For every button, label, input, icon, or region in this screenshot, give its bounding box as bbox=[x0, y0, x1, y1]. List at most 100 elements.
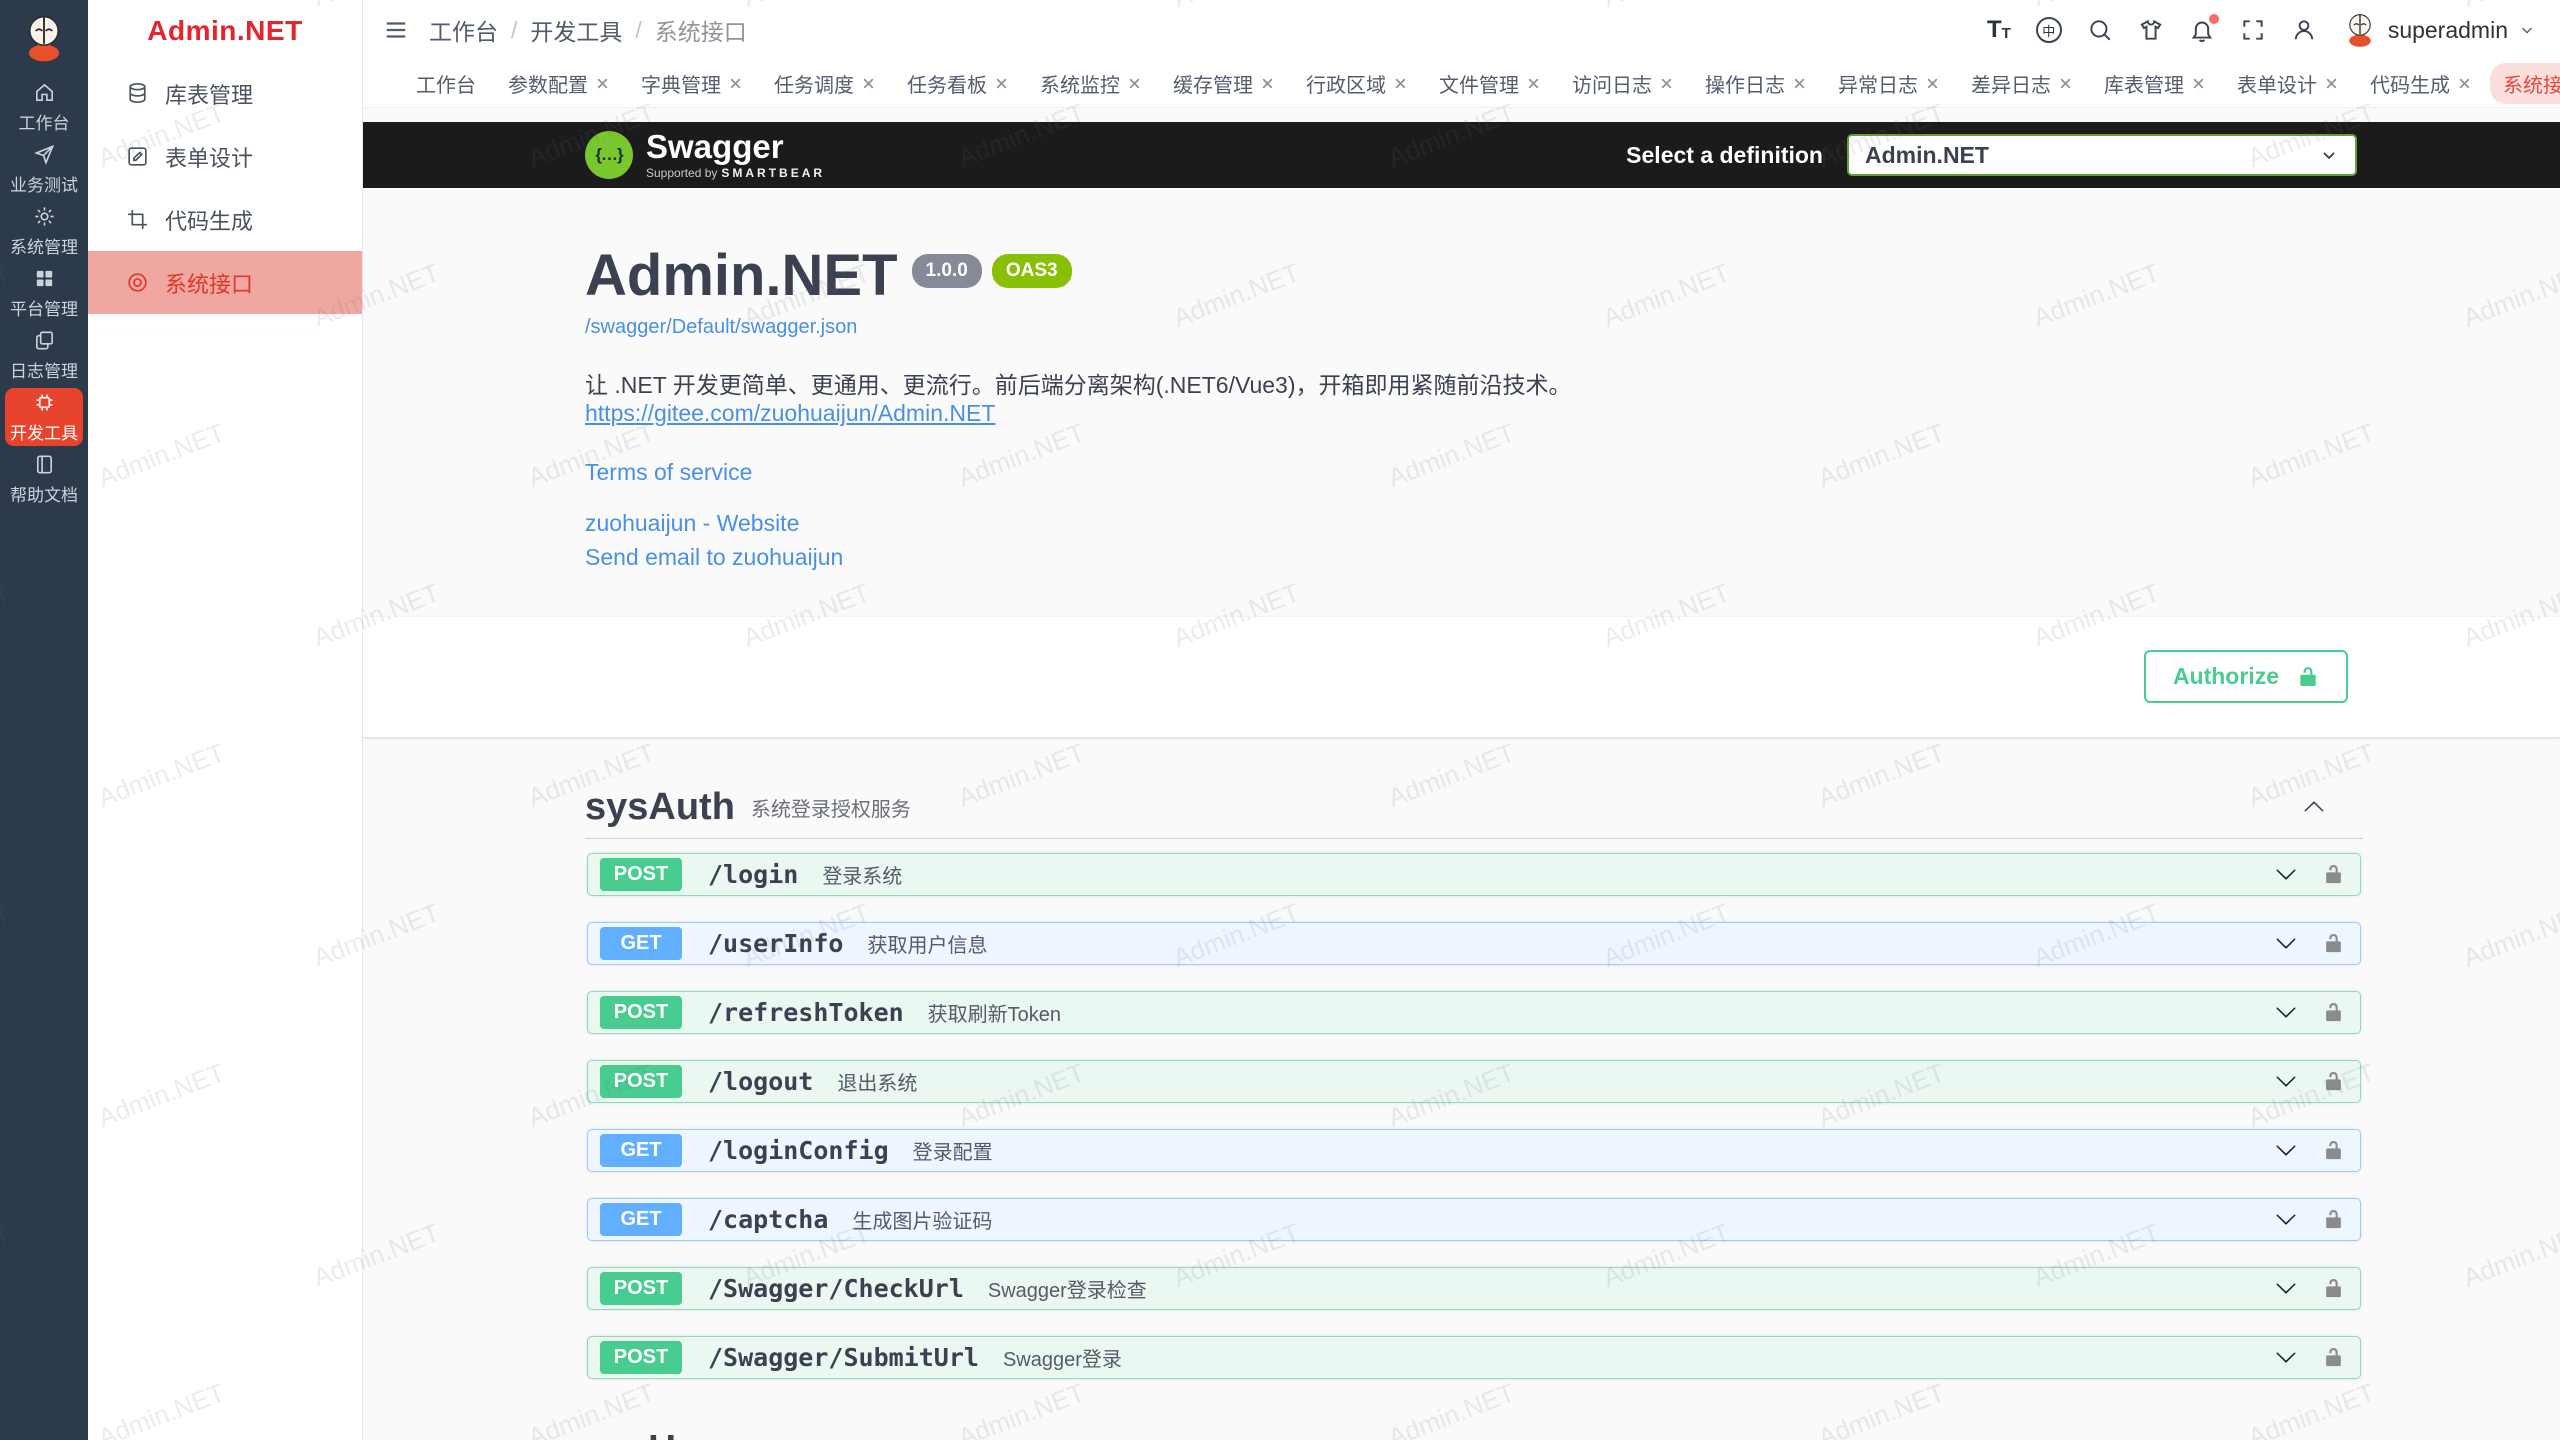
endpoint-row[interactable]: POST /logout 退出系统 bbox=[587, 1060, 2361, 1103]
unlock-icon[interactable] bbox=[2323, 933, 2344, 954]
chevron-down-icon[interactable] bbox=[2275, 932, 2297, 954]
chevron-down-icon[interactable] bbox=[2275, 1070, 2297, 1092]
rail-item-help-docs[interactable]: 帮助文档 bbox=[5, 450, 83, 508]
authorize-button[interactable]: Authorize bbox=[2144, 650, 2348, 703]
endpoint-row[interactable]: GET /captcha 生成图片验证码 bbox=[587, 1198, 2361, 1241]
view-tab[interactable]: 行政区域 bbox=[1293, 63, 1420, 104]
view-tab[interactable]: 任务调度 bbox=[761, 63, 888, 104]
tab-label: 访问日志 bbox=[1572, 69, 1652, 98]
sidebar-item-table-mgmt[interactable]: 库表管理 bbox=[88, 62, 362, 125]
language-icon[interactable]: 中 bbox=[2036, 17, 2062, 43]
view-tab[interactable]: 异常日志 bbox=[1825, 63, 1952, 104]
endpoint-row[interactable]: GET /userInfo 获取用户信息 bbox=[587, 922, 2361, 965]
close-icon[interactable] bbox=[2192, 77, 2205, 90]
method-badge: POST bbox=[600, 858, 682, 891]
unlock-icon[interactable] bbox=[2323, 1071, 2344, 1092]
repo-url-link[interactable]: https://gitee.com/zuohuaijun/Admin.NET bbox=[585, 400, 995, 427]
person-icon[interactable] bbox=[2291, 17, 2317, 43]
terms-of-service-link[interactable]: Terms of service bbox=[585, 459, 2338, 486]
api-tag-section: sysUser 系统用户服务 GET bbox=[585, 1419, 2363, 1440]
notifications-bell[interactable] bbox=[2189, 17, 2215, 43]
fullscreen-icon[interactable] bbox=[2240, 17, 2266, 43]
chevron-down-icon[interactable] bbox=[2275, 1346, 2297, 1368]
view-tab[interactable]: 参数配置 bbox=[495, 63, 622, 104]
chevron-down-icon[interactable] bbox=[2275, 1001, 2297, 1023]
endpoint-summary: Swagger登录 bbox=[1003, 1343, 1122, 1372]
view-tab[interactable]: 工作台 bbox=[403, 63, 489, 104]
contact-website-link[interactable]: zuohuaijun - Website bbox=[585, 510, 2338, 537]
contact-email-link[interactable]: Send email to zuohuaijun bbox=[585, 544, 2338, 571]
view-tab[interactable]: 表单设计 bbox=[2224, 63, 2351, 104]
definition-select[interactable]: Admin.NET bbox=[1847, 134, 2357, 176]
rail-item-dev-tools[interactable]: 开发工具 bbox=[5, 388, 83, 446]
view-tab[interactable]: 操作日志 bbox=[1692, 63, 1819, 104]
close-icon[interactable] bbox=[995, 77, 1008, 90]
unlock-icon[interactable] bbox=[2323, 1140, 2344, 1161]
search-icon[interactable] bbox=[2087, 17, 2113, 43]
font-size-icon[interactable]: TT bbox=[1987, 18, 2011, 42]
unlock-icon[interactable] bbox=[2323, 1209, 2344, 1230]
breadcrumb-item[interactable]: 工作台 bbox=[429, 13, 498, 47]
close-icon[interactable] bbox=[862, 77, 875, 90]
view-tab[interactable]: 任务看板 bbox=[894, 63, 1021, 104]
unlock-icon[interactable] bbox=[2323, 1278, 2344, 1299]
endpoint-row[interactable]: POST /Swagger/CheckUrl Swagger登录检查 bbox=[587, 1267, 2361, 1310]
endpoint-row[interactable]: POST /login 登录系统 bbox=[587, 853, 2361, 896]
sidebar-item-code-gen[interactable]: 代码生成 bbox=[88, 188, 362, 251]
rail-item-workbench[interactable]: 工作台 bbox=[5, 78, 83, 136]
sidebar-item-form-design[interactable]: 表单设计 bbox=[88, 125, 362, 188]
section-description: 系统登录授权服务 bbox=[751, 793, 911, 822]
rail-item-system-mgmt[interactable]: 系统管理 bbox=[5, 202, 83, 260]
authorize-label: Authorize bbox=[2173, 663, 2279, 690]
app-logo-avatar[interactable] bbox=[0, 0, 88, 76]
close-icon[interactable] bbox=[2325, 77, 2338, 90]
view-tab[interactable]: 文件管理 bbox=[1426, 63, 1553, 104]
close-icon[interactable] bbox=[1527, 77, 1540, 90]
chevron-down-icon[interactable] bbox=[2275, 1277, 2297, 1299]
endpoint-row[interactable]: POST /Swagger/SubmitUrl Swagger登录 bbox=[587, 1336, 2361, 1379]
unlock-icon[interactable] bbox=[2323, 864, 2344, 885]
chevron-down-icon[interactable] bbox=[2275, 1139, 2297, 1161]
close-icon[interactable] bbox=[1926, 77, 1939, 90]
close-icon[interactable] bbox=[2059, 77, 2072, 90]
close-icon[interactable] bbox=[1793, 77, 1806, 90]
view-tab[interactable]: 缓存管理 bbox=[1160, 63, 1287, 104]
view-tab[interactable]: 系统监控 bbox=[1027, 63, 1154, 104]
rail-item-platform-mgmt[interactable]: 平台管理 bbox=[5, 264, 83, 322]
view-tab[interactable]: 访问日志 bbox=[1559, 63, 1686, 104]
section-header[interactable]: sysUser 系统用户服务 bbox=[585, 1419, 2363, 1440]
close-icon[interactable] bbox=[1261, 77, 1274, 90]
close-icon[interactable] bbox=[2458, 77, 2471, 90]
view-tab[interactable]: 库表管理 bbox=[2091, 63, 2218, 104]
endpoint-row[interactable]: GET /loginConfig 登录配置 bbox=[587, 1129, 2361, 1172]
close-icon[interactable] bbox=[596, 77, 609, 90]
breadcrumb-item[interactable]: 开发工具 bbox=[530, 13, 622, 47]
view-tab[interactable]: 代码生成 bbox=[2357, 63, 2484, 104]
chevron-up-icon[interactable] bbox=[2303, 796, 2325, 818]
view-tab[interactable]: 系统接口 bbox=[2490, 63, 2560, 104]
target-api-icon bbox=[125, 270, 150, 295]
view-tab[interactable]: 字典管理 bbox=[628, 63, 755, 104]
rail-item-log-mgmt[interactable]: 日志管理 bbox=[5, 326, 83, 384]
section-header[interactable]: sysAuth 系统登录授权服务 bbox=[585, 777, 2363, 839]
unlock-icon[interactable] bbox=[2323, 1347, 2344, 1368]
menu-fold-icon[interactable] bbox=[383, 17, 409, 43]
unlock-icon[interactable] bbox=[2323, 1002, 2344, 1023]
view-tab[interactable]: 差异日志 bbox=[1958, 63, 2085, 104]
section-title: sysUser bbox=[585, 1428, 733, 1440]
close-icon[interactable] bbox=[729, 77, 742, 90]
close-icon[interactable] bbox=[1128, 77, 1141, 90]
user-menu[interactable]: superadmin bbox=[2342, 12, 2536, 48]
rail-item-business-test[interactable]: 业务测试 bbox=[5, 140, 83, 198]
chevron-down-icon[interactable] bbox=[2275, 863, 2297, 885]
method-badge: POST bbox=[600, 1341, 682, 1374]
endpoint-path: /captcha bbox=[708, 1205, 828, 1234]
spec-url-link[interactable]: /swagger/Default/swagger.json bbox=[585, 316, 857, 339]
close-icon[interactable] bbox=[1394, 77, 1407, 90]
sidebar-item-system-api[interactable]: 系统接口 bbox=[88, 251, 362, 314]
endpoint-row[interactable]: POST /refreshToken 获取刷新Token bbox=[587, 991, 2361, 1034]
tab-label: 异常日志 bbox=[1838, 69, 1918, 98]
theme-shirt-icon[interactable] bbox=[2138, 17, 2164, 43]
close-icon[interactable] bbox=[1660, 77, 1673, 90]
chevron-down-icon[interactable] bbox=[2275, 1208, 2297, 1230]
